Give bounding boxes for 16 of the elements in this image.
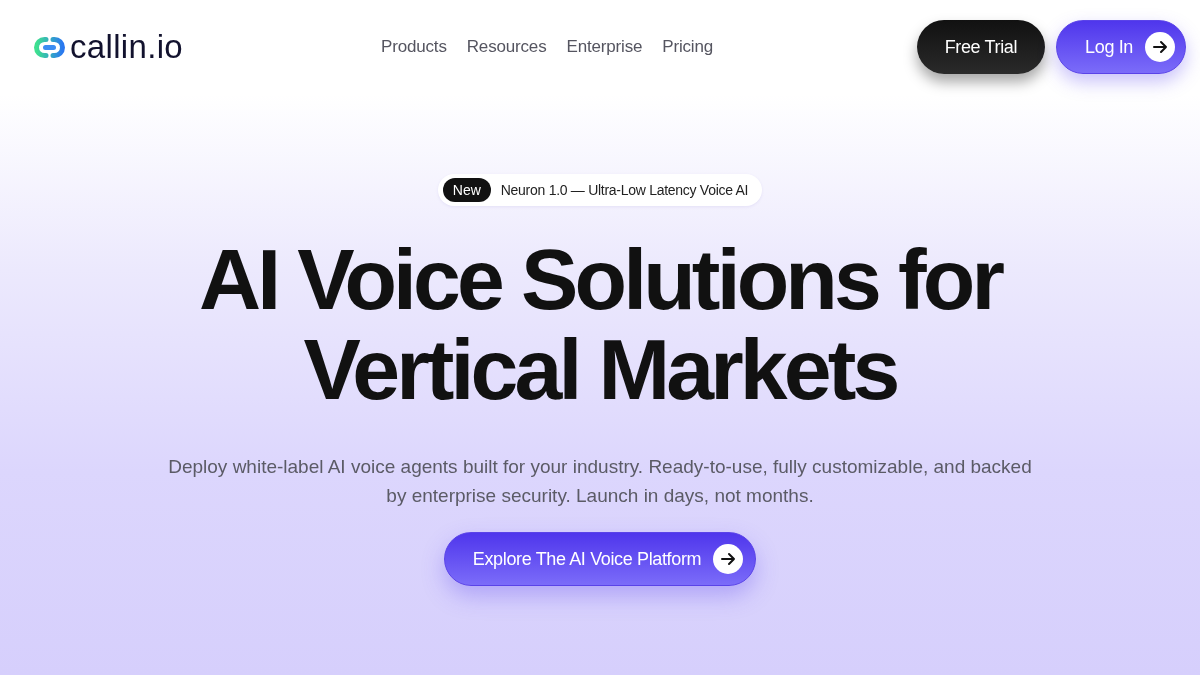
- announcement-text: Neuron 1.0 — Ultra-Low Latency Voice AI: [500, 181, 749, 199]
- nav-link[interactable]: Pricing: [662, 34, 714, 60]
- explore-platform-button[interactable]: Explore The AI Voice Platform: [443, 532, 757, 586]
- arrow-right-icon: [713, 544, 744, 574]
- hero-headline: AI Voice Solutions for Vertical Markets: [198, 234, 1003, 414]
- hero-subtitle: Deploy white-label AI voice agents built for your industry. Ready-to-use, fully customizable, and backed by enterprise security. Launch in days, not months.: [167, 455, 1033, 508]
- free-trial-button[interactable]: Free Trial: [916, 20, 1046, 74]
- logo-icon: [34, 36, 65, 58]
- nav-link[interactable]: Resources: [466, 34, 547, 60]
- arrow-right-icon: [1145, 32, 1175, 62]
- new-tag: New: [442, 178, 491, 202]
- logo-text[interactable]: callin.io: [70, 29, 184, 65]
- nav-link[interactable]: Enterprise: [566, 34, 643, 60]
- log-in-button[interactable]: Log In: [1056, 20, 1186, 74]
- nav-link[interactable]: Products: [381, 34, 447, 60]
- announcement-badge[interactable]: New Neuron 1.0 — Ultra-Low Latency Voice AI: [437, 174, 763, 206]
